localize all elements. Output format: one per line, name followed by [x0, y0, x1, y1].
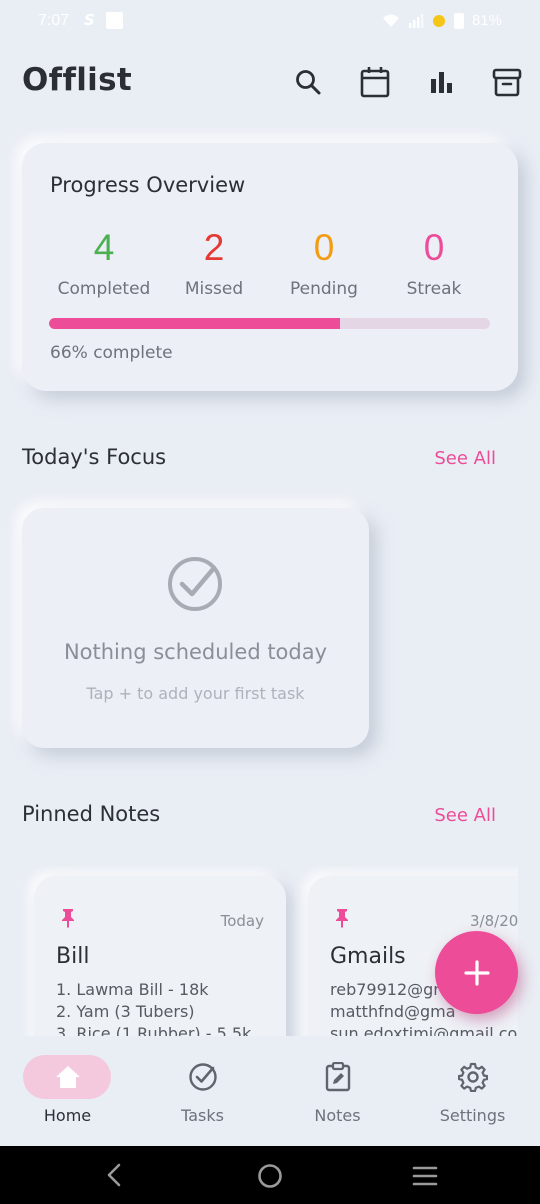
- battery-level: 81%: [471, 12, 502, 29]
- stat-pending-label: Pending: [290, 279, 358, 299]
- recents-icon[interactable]: [412, 1165, 438, 1187]
- app-notification-icon: S: [84, 11, 95, 29]
- note-date: 3/8/20: [470, 912, 518, 930]
- plus-icon: [463, 959, 490, 986]
- stat-completed-label: Completed: [57, 279, 151, 299]
- note-preview: 1. Lawma Bill - 18k 2. Yam (3 Tubers) 3.…: [56, 979, 251, 1036]
- app-title: Offlist: [22, 62, 132, 98]
- add-task-button[interactable]: [435, 931, 518, 1014]
- pin-icon: [336, 909, 348, 928]
- nav-label: Settings: [439, 1106, 506, 1125]
- stat-missed-value: 2: [203, 227, 225, 268]
- progress-title: Progress Overview: [50, 173, 246, 197]
- check-circle-icon: [168, 557, 222, 611]
- focus-empty-hint: Tap + to add your first task: [86, 684, 305, 703]
- home-circle-icon[interactable]: [257, 1163, 283, 1189]
- battery-saver-icon: [432, 14, 445, 27]
- stat-pending-value: 0: [313, 227, 335, 268]
- bottom-navigation: Home Tasks Notes Settings: [0, 1036, 540, 1146]
- status-right-group: 81%: [382, 12, 502, 29]
- note-date: Today: [220, 912, 264, 930]
- focus-see-all-link[interactable]: See All: [434, 448, 496, 469]
- status-time: 7:07: [38, 12, 70, 29]
- stat-missed: 2 Missed: [154, 227, 274, 299]
- system-navigation-bar: [0, 1146, 540, 1204]
- stat-missed-label: Missed: [184, 279, 244, 299]
- stats-button[interactable]: [425, 66, 457, 98]
- nav-label: Home: [43, 1106, 92, 1125]
- status-bar: 7:07 S 81%: [0, 0, 540, 44]
- note-title: Gmails: [330, 944, 406, 969]
- stat-streak: 0 Streak: [374, 227, 494, 299]
- calendar-icon: [360, 67, 390, 98]
- nav-label: Notes: [314, 1106, 361, 1125]
- todays-focus-card: [22, 508, 369, 748]
- check-circle-icon: [135, 1060, 270, 1094]
- nav-label: Tasks: [181, 1106, 224, 1125]
- gear-icon: [405, 1060, 540, 1094]
- note-line: 3. Rice (1 Rubber) - 5.5k: [56, 1024, 252, 1036]
- signal-icon: [408, 13, 424, 28]
- flipboard-notification-icon: [106, 12, 123, 29]
- pinned-notes-title: Pinned Notes: [22, 802, 161, 826]
- stat-pending: 0 Pending: [264, 227, 384, 299]
- stat-completed: 4 Completed: [44, 227, 164, 299]
- note-line: 1. Lawma Bill - 18k: [56, 980, 209, 999]
- back-icon[interactable]: [104, 1163, 124, 1187]
- progress-percent-text: 66% complete: [50, 343, 173, 363]
- stat-streak-label: Streak: [406, 279, 462, 299]
- pin-icon: [62, 909, 74, 928]
- progress-bar: [49, 318, 490, 329]
- progress-overview-card: Progress Overview 4 Completed 2 Missed 0…: [22, 143, 518, 391]
- nav-home[interactable]: Home: [0, 1036, 135, 1146]
- stat-streak-value: 0: [423, 227, 445, 268]
- nav-settings[interactable]: Settings: [405, 1036, 540, 1146]
- archive-button[interactable]: [491, 66, 523, 98]
- progress-bar-fill: [49, 318, 341, 329]
- note-card[interactable]: Today Bill 1. Lawma Bill - 18k 2. Yam (3…: [34, 876, 286, 1036]
- focus-empty-title: Nothing scheduled today: [63, 640, 328, 664]
- clipboard-edit-icon: [270, 1060, 405, 1094]
- archive-icon: [492, 68, 522, 97]
- stat-completed-value: 4: [93, 227, 115, 268]
- note-line: sun.edoxtimi@gmail.cor: [330, 1024, 518, 1036]
- wifi-icon: [382, 14, 399, 27]
- battery-icon: [453, 12, 464, 29]
- todays-focus-title: Today's Focus: [22, 445, 167, 469]
- search-button[interactable]: [292, 66, 324, 98]
- note-line: 2. Yam (3 Tubers): [56, 1002, 195, 1021]
- bar-chart-icon: [431, 72, 452, 93]
- note-title: Bill: [56, 944, 90, 969]
- nav-notes[interactable]: Notes: [270, 1036, 405, 1146]
- nav-tasks[interactable]: Tasks: [135, 1036, 270, 1146]
- search-icon: [296, 70, 321, 95]
- pinned-see-all-link[interactable]: See All: [434, 805, 496, 826]
- calendar-button[interactable]: [359, 66, 391, 98]
- home-icon: [0, 1060, 135, 1094]
